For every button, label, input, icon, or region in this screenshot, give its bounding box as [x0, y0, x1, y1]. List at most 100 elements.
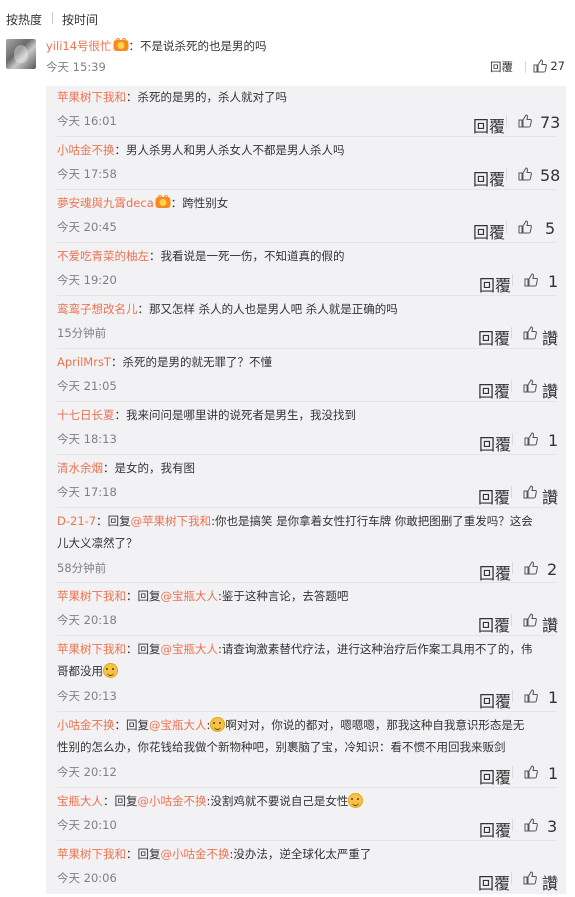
like-label[interactable]: 讚	[542, 870, 558, 894]
reply-item: 小咕金不换：回复@宝瓶大人: 啊对对，你说的都对，嗯嗯嗯，那我这种自我意识形态是无…	[46, 714, 566, 790]
reply-nickname[interactable]: 不爱吃青菜的柚左	[57, 249, 149, 263]
reply-item: 夢安魂與九霄deca ：跨性别女 今天 20:45 回覆 5	[46, 192, 566, 245]
thumbs-up-icon[interactable]	[523, 325, 537, 340]
reply-content: ：那又怎样 杀人的人也是男人吧 杀人就是正确的吗	[137, 302, 398, 316]
comment-content: ：不是说杀死的也是男的吗	[128, 39, 267, 53]
reply-button[interactable]: 回覆	[479, 272, 511, 296]
reply-divider	[57, 401, 556, 402]
tab-by-time[interactable]: 按时间	[62, 11, 98, 28]
thumbs-up-icon[interactable]	[518, 166, 532, 181]
reply-text-line: 小咕金不换：男人杀男人和男人杀女人不都是男人杀人吗	[57, 139, 562, 161]
reply-button[interactable]: 回覆	[478, 325, 510, 349]
reply-content: ：杀死的是男的，杀人就对了吗	[126, 90, 287, 104]
action-divider	[512, 766, 513, 778]
reply-nickname[interactable]: D-21-7	[57, 514, 96, 528]
reply-nickname[interactable]: 清水余烟	[57, 461, 103, 475]
reply-divider	[57, 348, 556, 349]
reply-nickname[interactable]: 夢安魂與九霄deca	[57, 196, 154, 210]
mention-link[interactable]: @小咕金不换	[138, 794, 207, 808]
reply-button[interactable]: 回覆	[479, 817, 511, 841]
grin-emoji-icon	[210, 717, 226, 732]
reply-text-line: 夢安魂與九霄deca ：跨性别女	[57, 192, 562, 214]
reply-item: AprilMrsT：杀死的是男的就无罪了？不懂 今天 21:05 回覆 讚	[46, 351, 566, 404]
thumbs-up-icon[interactable]	[524, 764, 538, 779]
action-divider	[512, 819, 513, 831]
like-label[interactable]: 讚	[542, 325, 558, 349]
like-label[interactable]: 讚	[542, 484, 558, 508]
avatar[interactable]	[6, 39, 36, 69]
reply-text-line: 鸾鸾子想改名儿：那又怎样 杀人的人也是男人吧 杀人就是正确的吗	[57, 298, 562, 320]
reply-content-continued: 哥都没用	[57, 664, 103, 678]
reply-button[interactable]: 回覆	[473, 166, 505, 190]
reply-button[interactable]: 回覆	[479, 764, 511, 788]
thumbs-up-icon[interactable]	[524, 560, 538, 575]
reply-button[interactable]: 回覆	[478, 378, 510, 402]
reply-button[interactable]: 回覆	[478, 870, 510, 894]
thumbs-up-icon[interactable]	[524, 431, 538, 446]
comment-text-line: yili14号很忙 ：不是说杀死的也是男的吗	[46, 37, 267, 54]
reply-content-continued: 性别的怎么办，你花钱给我做个新物种吧，别裹脑了宝，冷知识：看不惯不用回我来贩剑	[57, 740, 506, 754]
like-count: 1	[548, 764, 559, 783]
thumbs-up-icon[interactable]	[523, 870, 537, 885]
thumbs-up-icon[interactable]	[524, 688, 538, 703]
reply-nickname[interactable]: 苹果树下我和	[57, 642, 126, 656]
reply-nickname[interactable]: 小咕金不换	[57, 143, 115, 157]
thumbs-up-icon[interactable]	[524, 272, 538, 287]
reply-divider	[57, 189, 556, 190]
mention-link[interactable]: @宝瓶大人	[149, 718, 207, 732]
thumbs-up-icon[interactable]	[523, 378, 537, 393]
like-label[interactable]: 讚	[542, 612, 558, 636]
action-divider	[511, 327, 512, 339]
reply-nickname[interactable]: 小咕金不换	[57, 718, 115, 732]
reply-item: 苹果树下我和：回复@宝瓶大人:请查询激素替代疗法，进行这种治疗后作案工具用不了的…	[46, 638, 566, 714]
reply-prefix: ：回复	[126, 589, 161, 603]
reply-actions: 回覆 1	[46, 431, 566, 454]
reply-nickname[interactable]: 鸾鸾子想改名儿	[57, 302, 138, 316]
reply-button[interactable]: 回覆	[479, 688, 511, 712]
reply-actions: 回覆 1	[46, 272, 566, 295]
reply-item: 宝瓶大人：回复@小咕金不换:没割鸡就不要说自己是女性 今天 20:10 回覆 3	[46, 790, 566, 843]
action-divider	[511, 380, 512, 392]
reply-item: 苹果树下我和：回复@小咕金不换:没办法，逆全球化太严重了 今天 20:06 回覆…	[46, 843, 566, 894]
mention-link[interactable]: @小咕金不换	[161, 847, 230, 861]
reply-nickname[interactable]: 十七日长夏	[57, 408, 115, 422]
reply-divider	[57, 635, 556, 636]
mention-link[interactable]: @苹果树下我和	[131, 514, 212, 528]
reply-button[interactable]: 回覆	[473, 219, 505, 243]
reply-divider	[57, 242, 556, 243]
reply-button[interactable]: 回覆	[478, 484, 510, 508]
reply-button[interactable]: 回覆	[473, 113, 505, 137]
thumbs-up-icon[interactable]	[524, 817, 538, 832]
reply-button[interactable]: 回覆	[479, 431, 511, 455]
reply-nickname[interactable]: 宝瓶大人	[57, 794, 103, 808]
thumbs-up-icon[interactable]	[518, 113, 532, 128]
thumbs-up-icon[interactable]	[518, 219, 532, 234]
mention-link[interactable]: @宝瓶大人	[161, 642, 219, 656]
smirk-emoji-icon	[103, 663, 118, 678]
like-label[interactable]: 讚	[542, 378, 558, 402]
action-divider	[512, 562, 513, 574]
reply-prefix: ：回复	[96, 514, 131, 528]
thumbs-up-icon[interactable]	[533, 59, 547, 73]
reply-nickname[interactable]: AprilMrsT	[57, 355, 111, 369]
reply-nickname[interactable]: 苹果树下我和	[57, 847, 126, 861]
reply-prefix: ：回复	[103, 794, 138, 808]
reply-item: D-21-7：回复@苹果树下我和:你也是搞笑 是你拿着女性打行车牌 你敢把图删了…	[46, 510, 566, 585]
reply-nickname[interactable]: 苹果树下我和	[57, 90, 126, 104]
reply-button[interactable]: 回覆	[478, 612, 510, 636]
reply-button[interactable]: 回覆	[490, 59, 513, 75]
reply-nickname[interactable]: 苹果树下我和	[57, 589, 126, 603]
tab-by-hot[interactable]: 按热度	[6, 11, 42, 28]
thumbs-up-icon[interactable]	[523, 484, 537, 499]
reply-content: ：男人杀男人和男人杀女人不都是男人杀人吗	[114, 143, 345, 157]
mention-link[interactable]: @宝瓶大人	[161, 589, 219, 603]
reply-text-line: 苹果树下我和：杀死的是男的，杀人就对了吗	[57, 86, 562, 108]
reply-button[interactable]: 回覆	[479, 560, 511, 584]
action-divider	[525, 61, 526, 73]
commenter-nickname[interactable]: yili14号很忙	[46, 39, 112, 53]
reply-divider	[57, 840, 556, 841]
reply-prefix: ：回复	[126, 847, 161, 861]
reply-prefix: ：回复	[114, 718, 150, 732]
like-count: 1	[548, 272, 559, 291]
thumbs-up-icon[interactable]	[523, 612, 537, 627]
